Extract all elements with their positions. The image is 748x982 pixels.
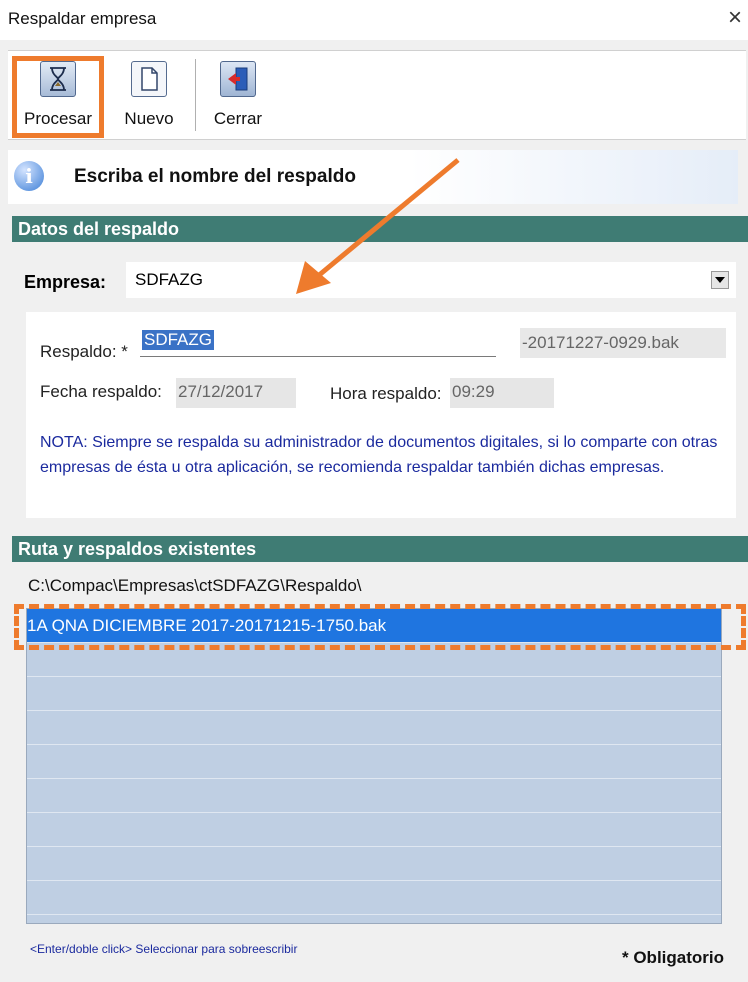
procesar-label: Procesar — [23, 109, 93, 128]
section-header-ruta: Ruta y respaldos existentes — [12, 536, 748, 562]
new-document-icon — [131, 61, 167, 97]
hint-text: <Enter/doble click> Seleccionar para sob… — [30, 942, 298, 956]
empresa-label: Empresa: — [24, 272, 107, 292]
nota-text: NOTA: Siempre se respalda su administrad… — [40, 434, 718, 476]
list-item-empty[interactable] — [27, 745, 721, 779]
list-item-empty[interactable] — [27, 881, 721, 915]
list-item-empty[interactable] — [27, 711, 721, 745]
respaldo-suffix: -20171227-0929.bak — [520, 328, 726, 358]
cerrar-button[interactable]: Cerrar — [206, 55, 270, 135]
list-item-empty[interactable] — [27, 643, 721, 677]
list-item-empty[interactable] — [27, 847, 721, 881]
info-icon: i — [14, 161, 44, 191]
info-bar: i Escriba el nombre del respaldo — [8, 150, 738, 204]
nuevo-button[interactable]: Nuevo — [120, 55, 178, 135]
exit-door-icon — [220, 61, 256, 97]
procesar-button[interactable]: Procesar — [14, 55, 102, 135]
respaldo-input[interactable]: SDFAZG — [140, 326, 496, 357]
window-title: Respaldar empresa — [8, 9, 157, 28]
cerrar-label: Cerrar — [213, 109, 263, 128]
list-item[interactable]: 1A QNA DICIEMBRE 2017-20171215-1750.bak — [27, 609, 721, 643]
obligatorio-label: * Obligatorio — [622, 948, 724, 967]
empresa-value: SDFAZG — [135, 270, 204, 289]
respaldos-list[interactable]: 1A QNA DICIEMBRE 2017-20171215-1750.bak — [26, 608, 722, 924]
info-message: Escriba el nombre del respaldo — [74, 166, 356, 187]
hora-value: 09:29 — [450, 378, 554, 408]
dropdown-arrow-icon[interactable] — [711, 271, 729, 289]
hora-label: Hora respaldo: — [330, 384, 442, 403]
list-item-empty[interactable] — [27, 779, 721, 813]
title-bar: Respaldar empresa × — [0, 0, 748, 40]
list-item-empty[interactable] — [27, 677, 721, 711]
toolbar-separator — [195, 59, 196, 131]
section-header-datos: Datos del respaldo — [12, 216, 748, 242]
ruta-path: C:\Compac\Empresas\ctSDFAZG\Respaldo\ — [28, 576, 362, 595]
toolbar: Procesar Nuevo Cerrar — [8, 50, 746, 140]
fecha-label: Fecha respaldo: — [40, 382, 162, 401]
datos-panel: Respaldo: * SDFAZG -20171227-0929.bak Fe… — [26, 312, 736, 518]
respaldo-value: SDFAZG — [142, 330, 215, 350]
nuevo-label: Nuevo — [124, 109, 174, 128]
respaldo-label: Respaldo: * — [40, 342, 128, 361]
hourglass-icon — [40, 61, 76, 97]
list-item-empty[interactable] — [27, 813, 721, 847]
close-button[interactable]: × — [728, 4, 742, 32]
empresa-select[interactable]: SDFAZG — [126, 262, 736, 298]
fecha-value: 27/12/2017 — [176, 378, 296, 408]
